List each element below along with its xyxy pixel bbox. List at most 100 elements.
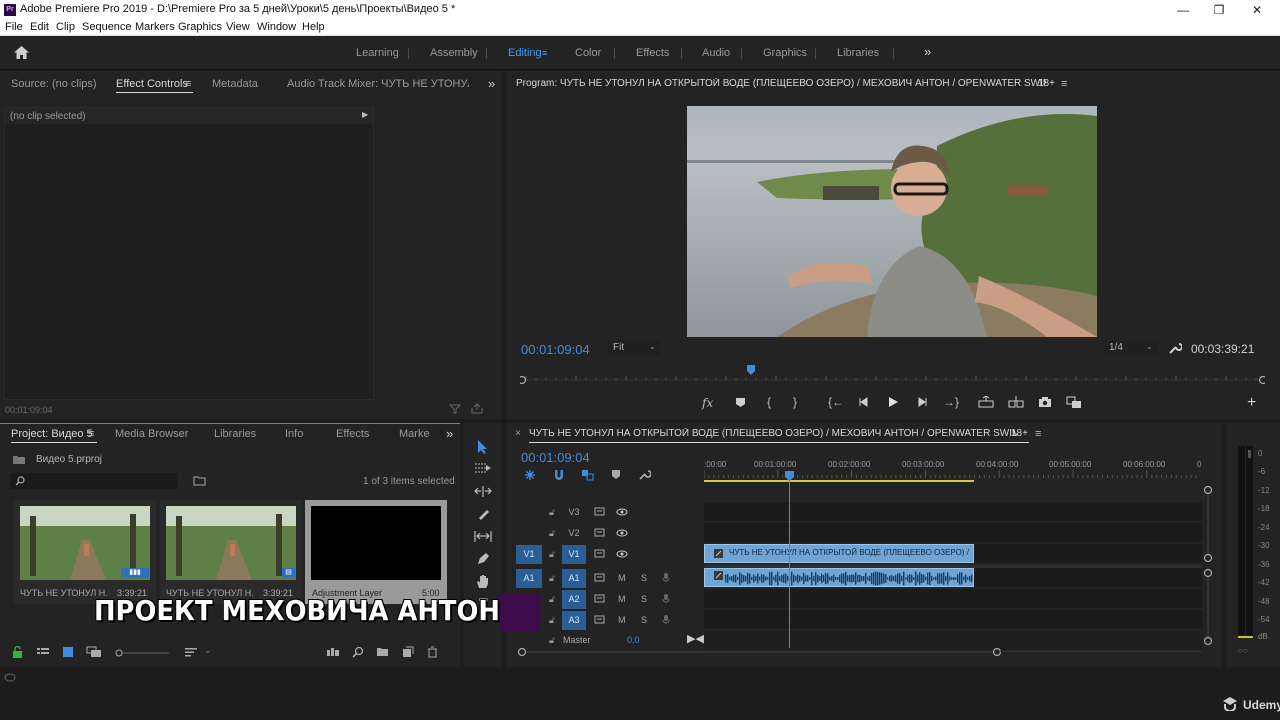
project-item-clip-2[interactable]: ▤ ЧУТЬ НЕ УТОНУЛ Н... 3:39:21 (160, 500, 302, 604)
sync-lock-icon[interactable] (594, 615, 605, 624)
lift-icon[interactable] (978, 396, 994, 408)
program-playhead[interactable] (746, 365, 755, 375)
source-patch-v1[interactable]: V1 (516, 545, 542, 564)
new-bin-icon[interactable] (193, 475, 206, 486)
freeform-view-icon[interactable] (86, 646, 102, 658)
new-bin-icon[interactable] (376, 647, 389, 657)
track-a2-area[interactable] (704, 589, 1202, 609)
program-monitor-title[interactable]: Program: ЧУТЬ НЕ УТОНУЛ НА ОТКРЫТОЙ ВОДЕ… (516, 78, 1046, 89)
minimize-button[interactable]: — (1164, 0, 1202, 20)
menu-help[interactable]: Help (302, 21, 325, 33)
microphone-icon[interactable] (662, 614, 670, 625)
icon-view-icon[interactable] (62, 646, 74, 658)
timeline-playhead[interactable] (789, 472, 790, 648)
filter-icon[interactable] (449, 404, 461, 414)
source-patch-a1[interactable]: A1 (516, 569, 542, 588)
nest-icon[interactable] (524, 469, 536, 481)
track-a3-area[interactable] (704, 610, 1202, 630)
project-item-clip-1[interactable]: ▮▮▮ ЧУТЬ НЕ УТОНУЛ Н... 3:39:21 (14, 500, 156, 604)
menu-view[interactable]: View (226, 21, 250, 33)
eye-icon[interactable] (616, 529, 628, 537)
track-select-tool-icon[interactable] (474, 462, 492, 474)
go-to-out-icon[interactable]: →} (943, 395, 959, 409)
solo-button[interactable]: S (641, 573, 647, 583)
workspace-more-icon[interactable]: » (924, 44, 931, 59)
pen-tool-icon[interactable] (476, 552, 490, 566)
workspace-libraries[interactable]: Libraries (837, 47, 879, 59)
lock-icon[interactable] (12, 646, 23, 658)
panel-menu-icon[interactable]: ≡ (185, 78, 191, 90)
track-v2-area[interactable] (704, 523, 1202, 543)
step-forward-icon[interactable] (916, 397, 928, 407)
workspace-editing-menu-icon[interactable]: ≡ (542, 48, 547, 58)
eye-icon[interactable] (616, 508, 628, 516)
resolution-dropdown[interactable]: 1/4 ⌄ (1104, 341, 1158, 355)
microphone-icon[interactable] (662, 593, 670, 604)
timeline-playhead-handle[interactable] (785, 471, 794, 481)
new-item-icon[interactable] (402, 646, 414, 658)
solo-button[interactable]: S (641, 594, 647, 604)
program-menu-icon[interactable]: ≡ (1061, 78, 1067, 90)
timeline-menu-icon[interactable]: ≡ (1035, 428, 1041, 440)
track-lock-icon[interactable]: 🔓︎ (549, 528, 555, 539)
tab-libraries[interactable]: Libraries (214, 428, 256, 440)
tab-source[interactable]: Source: (no clips) (11, 78, 97, 90)
chevron-down-icon[interactable]: ⌄ (204, 645, 212, 656)
menu-sequence[interactable]: Sequence (82, 21, 132, 33)
sync-lock-icon[interactable] (594, 507, 605, 516)
add-marker-icon[interactable] (611, 469, 621, 480)
linked-selection-icon[interactable] (581, 469, 594, 481)
menu-edit[interactable]: Edit (30, 21, 49, 33)
zoom-slider[interactable] (115, 648, 170, 657)
tab-markers[interactable]: Marke (399, 428, 430, 440)
tab-metadata[interactable]: Metadata (212, 78, 258, 90)
work-area-bar[interactable] (704, 480, 974, 482)
wrench-icon[interactable] (1168, 341, 1182, 355)
go-to-edit-point-icon[interactable]: ▶◀ (687, 632, 704, 645)
eye-icon[interactable] (616, 550, 628, 558)
solo-button[interactable]: S (641, 615, 647, 625)
razor-tool-icon[interactable] (476, 507, 490, 521)
add-marker-icon[interactable] (735, 397, 746, 408)
camera-icon[interactable] (1038, 396, 1052, 408)
menu-graphics[interactable]: Graphics (178, 21, 222, 33)
find-icon[interactable] (352, 646, 364, 658)
workspace-assembly[interactable]: Assembly (430, 47, 478, 59)
sort-icon[interactable] (184, 647, 198, 657)
add-button-icon[interactable]: + (1247, 394, 1256, 412)
mute-button[interactable]: M (618, 615, 626, 625)
program-scrubber[interactable] (520, 365, 1265, 386)
list-view-icon[interactable] (36, 647, 50, 657)
timeline-sequence-tab[interactable]: ЧУТЬ НЕ УТОНУЛ НА ОТКРЫТОЙ ВОДЕ (ПЛЕЩЕЕВ… (529, 428, 1017, 439)
hand-tool-icon[interactable] (476, 574, 490, 589)
track-lock-icon[interactable]: 🔓︎ (549, 549, 555, 560)
timeline-timecode[interactable]: 00:01:09:04 (521, 450, 590, 465)
step-back-icon[interactable] (858, 397, 870, 407)
tab-audio-track-mixer[interactable]: Audio Track Mixer: ЧУТЬ НЕ УТОНУЛ НА С (287, 78, 469, 90)
track-v3-area[interactable] (704, 502, 1202, 522)
panel-more-icon[interactable]: » (488, 76, 495, 91)
workspace-audio[interactable]: Audio (702, 47, 730, 59)
tab-info[interactable]: Info (285, 428, 303, 440)
expand-arrow-icon[interactable]: ▶ (362, 110, 368, 119)
mute-button[interactable]: M (618, 573, 626, 583)
tab-project[interactable]: Project: Видео 5 (11, 428, 93, 440)
track-v3-label[interactable]: V3 (566, 507, 582, 517)
horizontal-zoom-scrollbar[interactable] (516, 647, 1006, 657)
home-icon[interactable] (13, 45, 30, 60)
track-target-a3[interactable]: A3 (562, 611, 586, 630)
microphone-icon[interactable] (662, 572, 670, 583)
snap-icon[interactable] (553, 469, 565, 481)
track-target-v1[interactable]: V1 (562, 545, 586, 564)
project-more-icon[interactable]: » (446, 426, 453, 441)
sync-lock-icon[interactable] (594, 549, 605, 558)
extract-icon[interactable] (1008, 396, 1024, 408)
audio-clip[interactable] (704, 568, 974, 587)
track-lock-icon[interactable]: 🔓︎ (549, 615, 555, 626)
sync-lock-icon[interactable] (594, 528, 605, 537)
tab-media-browser[interactable]: Media Browser (115, 428, 188, 440)
close-button[interactable]: ✕ (1238, 0, 1276, 20)
track-lock-icon[interactable]: 🔓︎ (549, 573, 555, 584)
track-lock-icon[interactable]: 🔓︎ (549, 635, 555, 646)
track-lock-icon[interactable]: 🔓︎ (549, 507, 555, 518)
